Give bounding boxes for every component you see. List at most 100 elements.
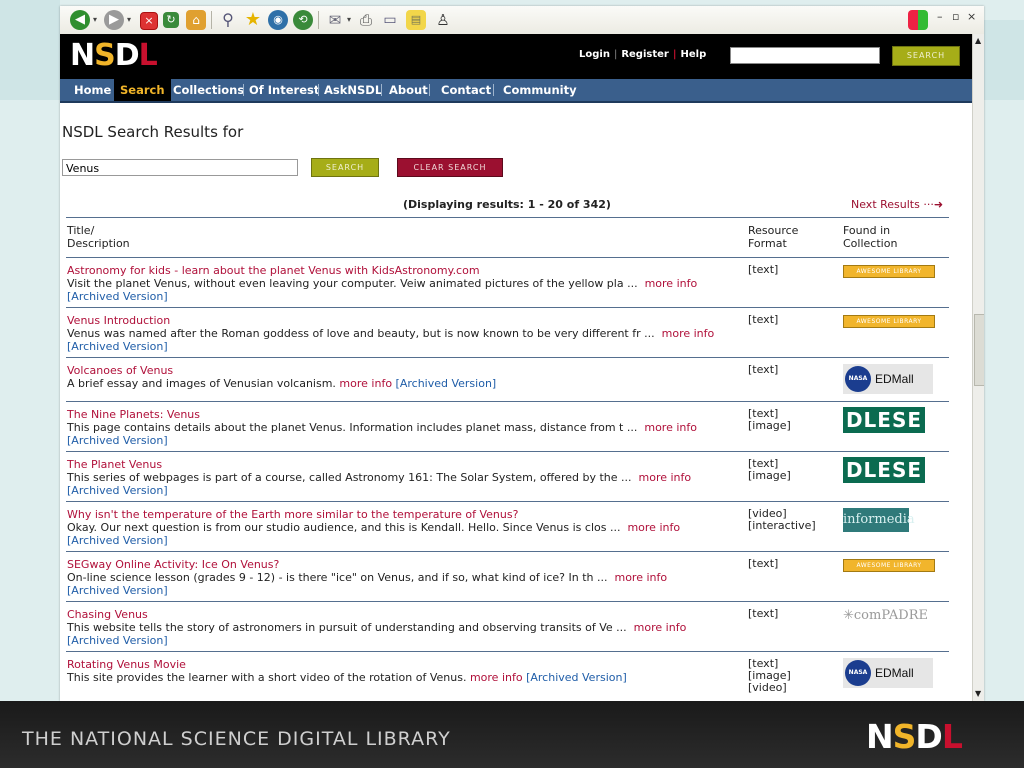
collection-badge-informedia[interactable]: informedia (843, 508, 915, 532)
nav-about[interactable]: About (383, 79, 434, 101)
result-title-link[interactable]: Rotating Venus Movie (67, 658, 186, 671)
result-title-link[interactable]: The Nine Planets: Venus (67, 408, 200, 421)
back-icon[interactable]: ◀ (70, 10, 90, 30)
archived-version-link[interactable]: [Archived Version] (67, 634, 168, 647)
more-info-link[interactable]: more info (662, 327, 715, 340)
favorites-icon[interactable]: ★ (243, 10, 263, 30)
collection-badge-compadre[interactable]: ✳comPADRE (843, 608, 937, 624)
minimize-icon[interactable]: – (937, 10, 943, 23)
result-title-link[interactable]: Volcanoes of Venus (67, 364, 173, 377)
resource-format: [video] [interactive] (748, 507, 816, 532)
archived-version-link[interactable]: [Archived Version] (67, 534, 168, 547)
refresh-icon[interactable]: ↻ (163, 12, 179, 28)
resource-format: [text] (748, 313, 779, 326)
restore-icon[interactable]: ▫ (952, 10, 959, 23)
archived-version-link[interactable]: [Archived Version] (67, 434, 168, 447)
scroll-down-icon[interactable]: ▼ (975, 689, 981, 698)
more-info-link[interactable]: more info (634, 621, 687, 634)
toolbar-separator (318, 11, 319, 29)
resource-format: [text] [image] (748, 407, 791, 432)
header-search-input[interactable] (730, 47, 880, 64)
more-info-link[interactable]: more info (470, 671, 523, 684)
resource-format: [text] (748, 557, 779, 570)
result-title-link[interactable]: Chasing Venus (67, 608, 148, 621)
home-icon[interactable]: ⌂ (186, 10, 206, 30)
search-button[interactable]: SEARCH (311, 158, 379, 177)
search-icon[interactable]: ⚲ (218, 10, 238, 30)
collection-badge-edmall[interactable]: NASA EDMall (843, 658, 933, 688)
nav-search[interactable]: Search (114, 79, 171, 101)
login-link[interactable]: Login (579, 49, 610, 60)
mail-icon[interactable]: ✉ (325, 10, 345, 30)
result-title-link[interactable]: The Planet Venus (67, 458, 162, 471)
edit-icon[interactable]: ▭ (380, 10, 400, 30)
nav-asknsdl[interactable]: AskNSDL (318, 79, 388, 101)
help-link[interactable]: Help (681, 49, 707, 60)
scroll-thumb[interactable] (974, 314, 984, 386)
result-title-link[interactable]: Venus Introduction (67, 314, 170, 327)
result-description: This page contains details about the pla… (67, 421, 697, 434)
search-input[interactable]: Venus (62, 159, 298, 176)
background-tile (0, 0, 60, 100)
site-header: N S D L Login | Register | Help SEARCH (60, 34, 972, 79)
result-description: This site provides the learner with a sh… (67, 671, 627, 684)
result-description: This website tells the story of astronom… (67, 621, 687, 634)
footer-title: THE NATIONAL SCIENCE DIGITAL LIBRARY (22, 728, 451, 750)
logo-letter: L (138, 38, 158, 73)
more-info-link[interactable]: more info (644, 421, 697, 434)
archived-version-link[interactable]: [Archived Version] (526, 671, 627, 684)
collection-badge-awesome-library[interactable]: AWESOME LIBRARY (843, 559, 935, 572)
next-results-link[interactable]: Next Results ···➜ (851, 198, 943, 211)
result-title-link[interactable]: Astronomy for kids - learn about the pla… (67, 264, 480, 277)
nav-collections[interactable]: Collections (167, 79, 250, 101)
more-info-link[interactable]: more info (339, 377, 392, 390)
mail-dropdown-icon[interactable]: ▾ (347, 15, 351, 24)
history-icon[interactable]: ⟲ (293, 10, 313, 30)
messenger-icon[interactable]: ♙ (433, 10, 453, 30)
archived-version-link[interactable]: [Archived Version] (67, 584, 168, 597)
vertical-scrollbar[interactable]: ▲ ▼ (972, 34, 984, 701)
compadre-star-icon: ✳ (843, 608, 854, 623)
more-info-link[interactable]: more info (614, 571, 667, 584)
more-info-link[interactable]: more info (627, 521, 680, 534)
stop-icon[interactable]: × (140, 12, 158, 30)
collection-badge-edmall[interactable]: NASA EDMall (843, 364, 933, 394)
result-title-link[interactable]: SEGway Online Activity: Ice On Venus? (67, 558, 279, 571)
forward-dropdown-icon[interactable]: ▾ (127, 15, 131, 24)
scroll-up-icon[interactable]: ▲ (975, 36, 981, 45)
toolbar-separator (211, 11, 212, 29)
discuss-icon[interactable]: ▤ (406, 10, 426, 30)
archived-version-link[interactable]: [Archived Version] (396, 377, 497, 390)
nav-community[interactable]: Community (497, 79, 583, 101)
browser-toolbar: ◀ ▾ ▶ ▾ × ↻ ⌂ ⚲ ★ ◉ ⟲ ✉ ▾ ⎙ ▭ ▤ ♙ – ▫ × (60, 6, 984, 35)
col-header-collection: Found in Collection (843, 224, 898, 250)
nav-separator (429, 84, 430, 96)
forward-icon[interactable]: ▶ (104, 10, 124, 30)
archived-version-link[interactable]: [Archived Version] (67, 290, 168, 303)
next-results-label: Next Results (851, 198, 920, 211)
back-dropdown-icon[interactable]: ▾ (93, 15, 97, 24)
print-icon[interactable]: ⎙ (356, 10, 376, 30)
nsdl-logo[interactable]: N S D L (70, 38, 158, 73)
close-icon[interactable]: × (967, 10, 976, 23)
collection-badge-dlese[interactable]: DLESE (843, 407, 925, 436)
archived-version-link[interactable]: [Archived Version] (67, 340, 168, 353)
collection-badge-awesome-library[interactable]: AWESOME LIBRARY (843, 265, 935, 278)
more-info-link[interactable]: more info (639, 471, 692, 484)
clear-search-button[interactable]: CLEAR SEARCH (397, 158, 503, 177)
nav-contact[interactable]: Contact (435, 79, 497, 101)
result-description: Visit the planet Venus, without even lea… (67, 277, 698, 290)
result-title-link[interactable]: Why isn't the temperature of the Earth m… (67, 508, 518, 521)
resource-format: [text] [image] [video] (748, 657, 791, 694)
browser-window: ◀ ▾ ▶ ▾ × ↻ ⌂ ⚲ ★ ◉ ⟲ ✉ ▾ ⎙ ▭ ▤ ♙ – ▫ × … (60, 6, 984, 701)
collection-badge-dlese[interactable]: DLESE (843, 457, 925, 486)
archived-version-link[interactable]: [Archived Version] (67, 484, 168, 497)
collection-badge-awesome-library[interactable]: AWESOME LIBRARY (843, 315, 935, 328)
more-info-link[interactable]: more info (645, 277, 698, 290)
register-link[interactable]: Register (621, 49, 669, 60)
nav-home[interactable]: Home (68, 79, 117, 101)
header-search-button[interactable]: SEARCH (892, 46, 960, 66)
media-icon[interactable]: ◉ (268, 10, 288, 30)
collection-name: EDMall (875, 372, 914, 386)
nav-of-interest[interactable]: Of Interest (243, 79, 325, 101)
